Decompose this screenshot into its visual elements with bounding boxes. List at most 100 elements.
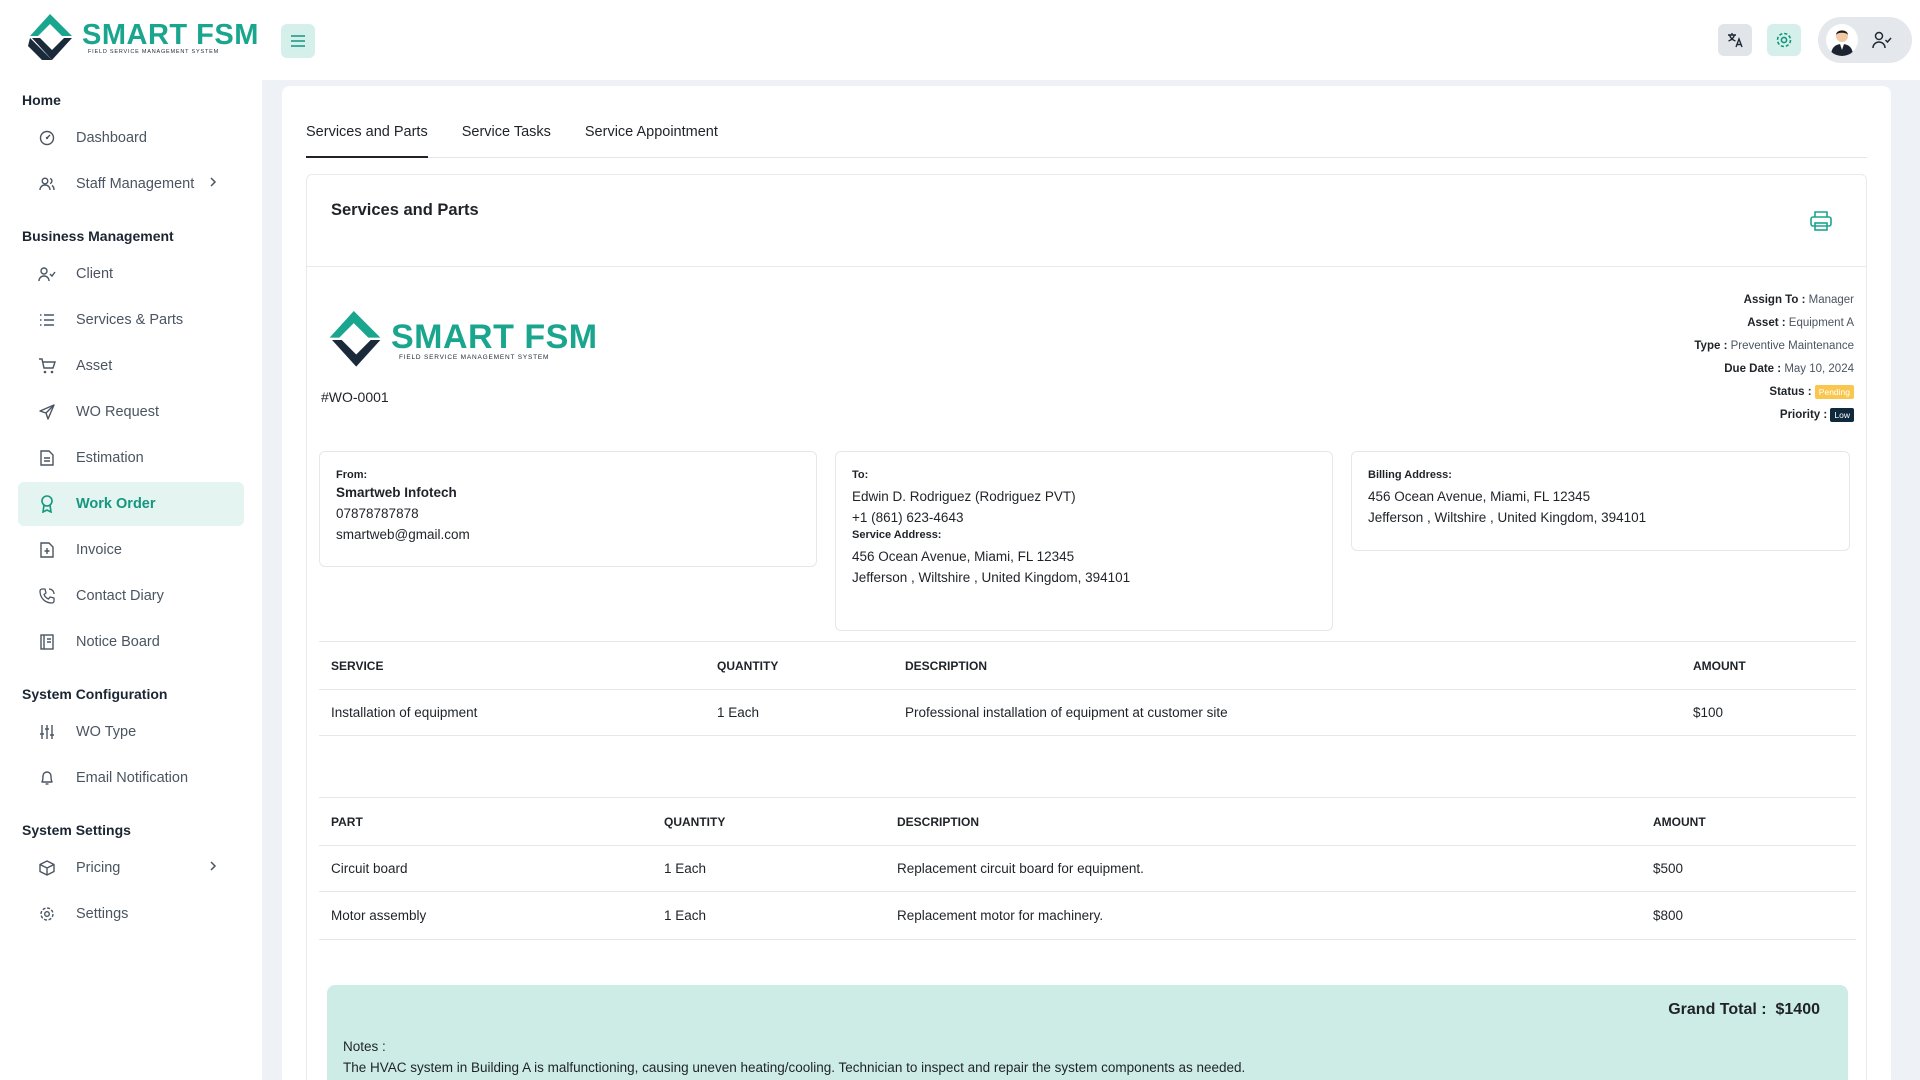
nav-section-system-settings: System Settings (22, 822, 131, 838)
nav-section-business: Business Management (22, 228, 174, 244)
billing-line1: 456 Ocean Avenue, Miami, FL 12345 (1368, 489, 1591, 504)
user-check-icon (1872, 31, 1892, 49)
sidebar-item-label: Settings (76, 906, 129, 922)
top-header (262, 0, 1920, 80)
sidebar-item-pricing[interactable]: Pricing (18, 846, 244, 890)
send-icon (38, 403, 56, 421)
quantity-cell: 1 Each (652, 845, 885, 892)
sidebar-item-dashboard[interactable]: Dashboard (18, 116, 244, 160)
menu-toggle-button[interactable] (281, 24, 315, 58)
service-address-line1: 456 Ocean Avenue, Miami, FL 12345 (852, 549, 1075, 564)
sidebar-item-wo-type[interactable]: WO Type (18, 710, 244, 754)
meta-label: Due Date : (1724, 363, 1782, 375)
print-button[interactable] (1810, 211, 1832, 236)
work-order-meta: Assign To : Manager Asset : Equipment A … (1694, 289, 1854, 427)
grand-total-value: $1400 (1775, 1001, 1821, 1018)
tab-service-tasks[interactable]: Service Tasks (462, 114, 551, 158)
sidebar-item-services-parts[interactable]: Services & Parts (18, 298, 244, 342)
main-content: Services and Parts Service Tasks Service… (282, 86, 1891, 1080)
description-cell: Professional installation of equipment a… (893, 689, 1681, 736)
user-check-icon (38, 265, 56, 283)
sidebar-item-settings[interactable]: Settings (18, 892, 244, 936)
service-address-line2: Jefferson , Wiltshire , United Kingdom, … (852, 570, 1131, 585)
from-name: Smartweb Infotech (336, 485, 457, 500)
sidebar-item-label: Services & Parts (76, 312, 184, 328)
sidebar-item-label: WO Request (76, 404, 159, 420)
award-icon (38, 495, 56, 513)
column-header: AMOUNT (1641, 797, 1856, 846)
sidebar-item-notice-board[interactable]: Notice Board (18, 620, 244, 664)
notes-label: Notes : (343, 1039, 386, 1054)
part-name-cell: Circuit board (319, 845, 652, 892)
translate-icon (1728, 33, 1743, 48)
hamburger-icon (291, 35, 305, 47)
invoice-logo: SMART FSM FIELD SERVICE MANAGEMENT SYSTE… (327, 311, 598, 369)
sidebar-item-label: Contact Diary (76, 588, 164, 604)
sidebar-item-label: Asset (76, 358, 113, 374)
printer-icon (1810, 211, 1832, 231)
meta-label: Priority : (1779, 409, 1828, 421)
priority-badge: Low (1830, 407, 1854, 422)
table-row: Motor assembly 1 Each Replacement motor … (319, 891, 1856, 940)
to-address-card: To: Edwin D. Rodriguez (Rodriguez PVT) +… (835, 451, 1333, 631)
sidebar-item-staff-management[interactable]: Staff Management (18, 162, 244, 206)
table-row: Installation of equipment 1 Each Profess… (319, 689, 1856, 736)
part-name-cell: Motor assembly (319, 891, 652, 940)
logo-mark-icon (329, 311, 381, 367)
column-header: DESCRIPTION (893, 641, 1681, 690)
sidebar-item-contact-diary[interactable]: Contact Diary (18, 574, 244, 618)
sidebar-item-label: Notice Board (76, 634, 160, 650)
nav-section-system-configuration: System Configuration (22, 686, 168, 702)
meta-value: Equipment A (1788, 317, 1854, 329)
meta-type: Type : Preventive Maintenance (1694, 335, 1854, 358)
from-address-card: From: Smartweb Infotech 07878787878 smar… (319, 451, 817, 567)
sidebar-item-asset[interactable]: Asset (18, 344, 244, 388)
meta-asset: Asset : Equipment A (1694, 312, 1854, 335)
from-label: From: (336, 469, 368, 481)
sidebar-item-wo-request[interactable]: WO Request (18, 390, 244, 434)
amount-cell: $100 (1681, 689, 1856, 736)
sidebar-item-invoice[interactable]: Invoice (18, 528, 244, 572)
meta-value: May 10, 2024 (1784, 363, 1854, 375)
grand-total: Grand Total : $1400 (1668, 1001, 1820, 1019)
tab-services-and-parts[interactable]: Services and Parts (306, 114, 428, 158)
sidebar-item-label: Client (76, 266, 114, 282)
column-header: QUANTITY (705, 641, 893, 690)
logo-mark-icon (28, 14, 72, 60)
meta-status: Status : Pending (1694, 381, 1854, 404)
description-cell: Replacement motor for machinery. (885, 891, 1641, 940)
bell-icon (38, 769, 56, 787)
column-header: PART (319, 797, 652, 846)
chevron-right-icon (208, 860, 218, 876)
sidebar-item-estimation[interactable]: Estimation (18, 436, 244, 480)
sidebar-item-label: WO Type (76, 724, 137, 740)
meta-priority: Priority : Low (1694, 404, 1854, 427)
sidebar-item-work-order[interactable]: Work Order (18, 482, 244, 526)
notebook-icon (38, 633, 56, 651)
table-header-row: PART QUANTITY DESCRIPTION AMOUNT (319, 797, 1856, 846)
avatar (1826, 24, 1858, 56)
nav-section-home: Home (22, 92, 61, 108)
meta-label: Type : (1694, 340, 1728, 352)
totals-section: Grand Total : $1400 Notes : The HVAC sys… (327, 985, 1848, 1080)
gear-icon (38, 905, 56, 923)
invoice-icon (38, 541, 56, 559)
sidebar-item-email-notification[interactable]: Email Notification (18, 756, 244, 800)
language-button[interactable] (1718, 24, 1752, 56)
from-phone: 07878787878 (336, 506, 419, 521)
gear-icon (1776, 32, 1792, 48)
billing-address-card: Billing Address: 456 Ocean Avenue, Miami… (1351, 451, 1850, 551)
service-name-cell: Installation of equipment (319, 689, 705, 736)
to-name: Edwin D. Rodriguez (Rodriguez PVT) (852, 489, 1076, 504)
sidebar-item-client[interactable]: Client (18, 252, 244, 296)
column-header: SERVICE (319, 641, 705, 690)
user-menu[interactable] (1818, 17, 1912, 63)
description-cell: Replacement circuit board for equipment. (885, 845, 1641, 892)
amount-cell: $800 (1641, 891, 1856, 940)
brand-logo[interactable]: SMART FSM FIELD SERVICE MANAGEMENT SYSTE… (28, 14, 259, 62)
header-settings-button[interactable] (1767, 24, 1801, 56)
tab-service-appointment[interactable]: Service Appointment (585, 114, 718, 158)
quantity-cell: 1 Each (652, 891, 885, 940)
dashboard-icon (38, 129, 56, 147)
column-header: QUANTITY (652, 797, 885, 846)
